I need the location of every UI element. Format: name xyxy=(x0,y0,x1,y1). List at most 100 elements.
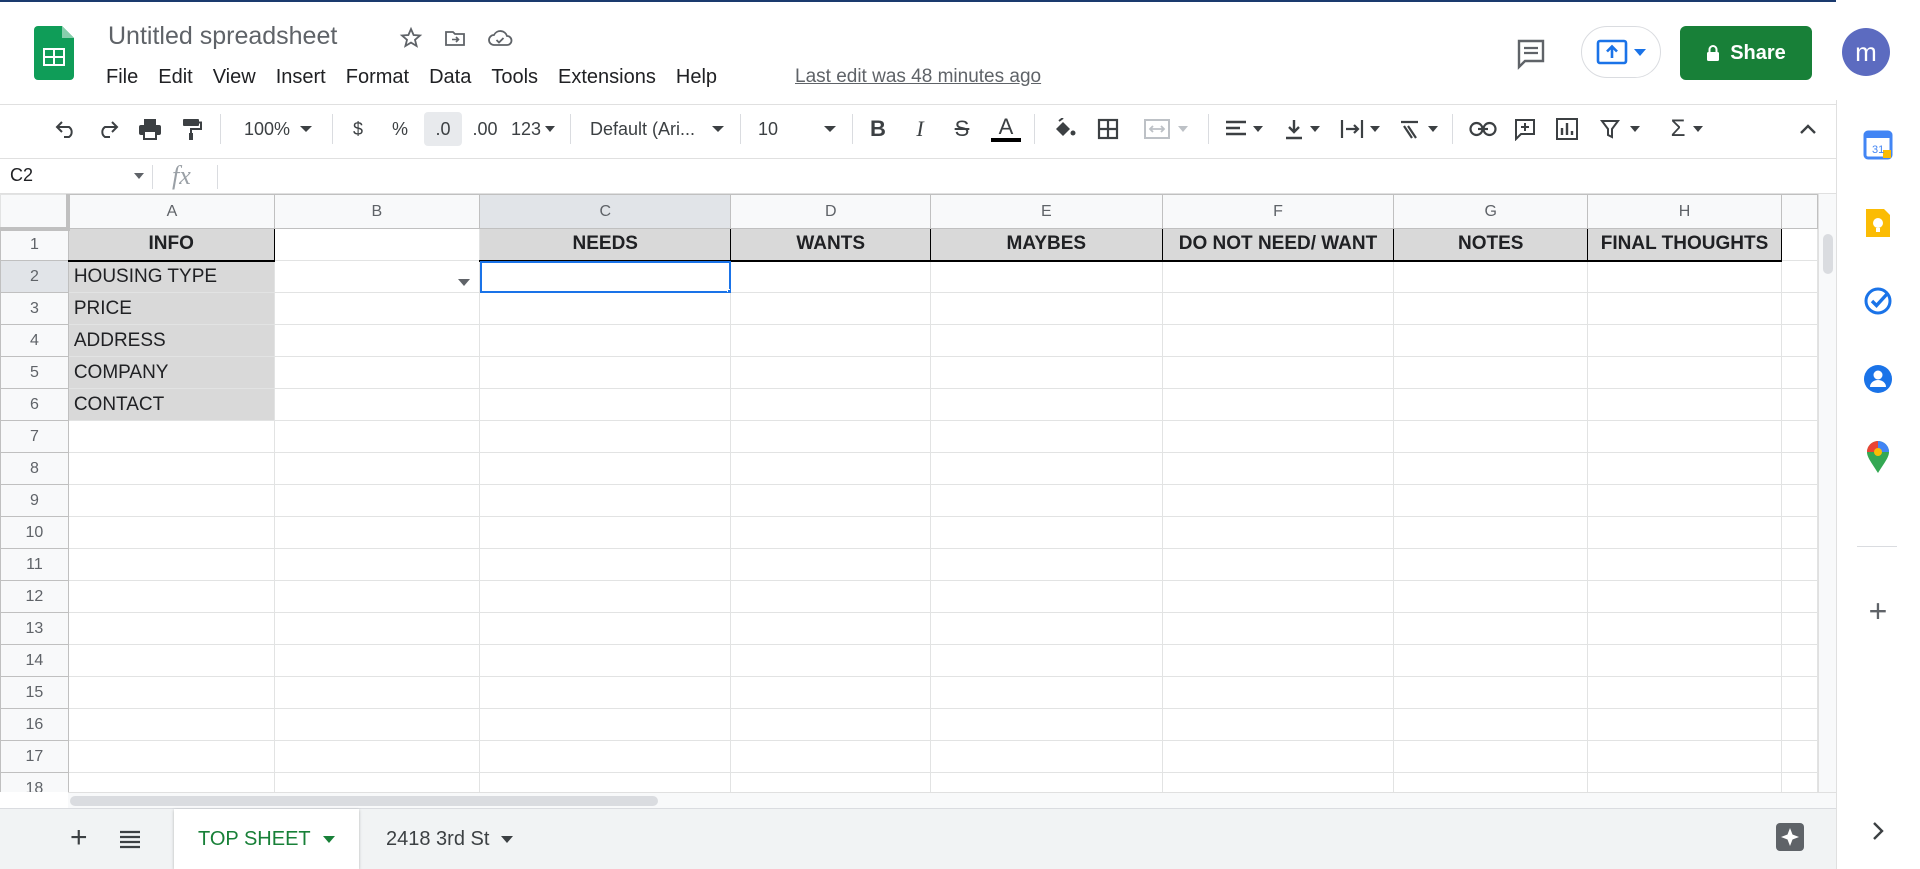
cell[interactable] xyxy=(1393,708,1589,741)
cell[interactable] xyxy=(67,708,275,741)
cell[interactable] xyxy=(730,740,932,773)
cell[interactable] xyxy=(1587,292,1782,325)
cell[interactable] xyxy=(273,644,481,677)
cell[interactable] xyxy=(1393,644,1589,677)
add-icon[interactable]: + xyxy=(1861,593,1895,629)
cell[interactable] xyxy=(730,644,932,677)
row-header[interactable]: 6 xyxy=(0,388,69,421)
cell[interactable] xyxy=(67,484,275,517)
column-header-e[interactable]: E xyxy=(930,194,1163,229)
cell[interactable] xyxy=(1587,740,1782,773)
cell[interactable] xyxy=(930,772,1163,792)
sheet-tab-2418-3rd-st[interactable]: 2418 3rd St xyxy=(362,809,537,869)
cell-b2-dropdown[interactable] xyxy=(273,260,481,293)
cell[interactable] xyxy=(1393,580,1589,613)
fill-handle[interactable] xyxy=(727,289,730,292)
redo-icon[interactable] xyxy=(92,112,124,146)
cell[interactable] xyxy=(730,292,932,325)
menu-tools[interactable]: Tools xyxy=(491,64,538,91)
tasks-icon[interactable] xyxy=(1861,284,1895,318)
last-edit-link[interactable]: Last edit was 48 minutes ago xyxy=(795,66,1041,88)
cell-a3[interactable]: PRICE xyxy=(67,292,275,325)
cell[interactable] xyxy=(273,580,481,613)
cell[interactable] xyxy=(1587,580,1782,613)
cell[interactable] xyxy=(479,772,732,792)
menu-help[interactable]: Help xyxy=(676,64,717,91)
cell[interactable] xyxy=(930,612,1163,645)
cell[interactable] xyxy=(930,484,1163,517)
vertical-scroll-thumb[interactable] xyxy=(1823,234,1833,274)
column-header-c[interactable]: C xyxy=(479,194,732,229)
cell[interactable] xyxy=(730,356,932,389)
cell-a4[interactable]: ADDRESS xyxy=(67,324,275,357)
cell-e1[interactable]: MAYBES xyxy=(930,228,1163,262)
maps-icon[interactable] xyxy=(1861,440,1895,474)
contacts-icon[interactable] xyxy=(1861,362,1895,396)
cell[interactable] xyxy=(273,548,481,581)
cell[interactable] xyxy=(479,292,732,325)
cell-a1[interactable]: INFO xyxy=(67,228,275,262)
row-header[interactable]: 15 xyxy=(0,676,69,709)
cell[interactable] xyxy=(730,612,932,645)
cell[interactable] xyxy=(479,676,732,709)
menu-file[interactable]: File xyxy=(106,64,138,91)
cell[interactable] xyxy=(1781,644,1818,677)
cell[interactable] xyxy=(1781,228,1818,261)
cell[interactable] xyxy=(1161,676,1395,709)
cell[interactable] xyxy=(1161,356,1395,389)
cell[interactable] xyxy=(479,516,732,549)
row-header[interactable]: 11 xyxy=(0,548,69,581)
cell[interactable] xyxy=(930,676,1163,709)
paint-format-icon[interactable] xyxy=(176,112,208,146)
cell[interactable] xyxy=(1587,452,1782,485)
cell[interactable] xyxy=(479,580,732,613)
cell[interactable] xyxy=(1781,516,1818,549)
chevron-down-icon[interactable] xyxy=(501,835,514,843)
cell[interactable] xyxy=(930,260,1163,293)
cell[interactable] xyxy=(273,708,481,741)
cell[interactable] xyxy=(930,708,1163,741)
cell[interactable] xyxy=(273,772,481,792)
cell[interactable] xyxy=(1781,676,1818,709)
name-box[interactable]: C2 xyxy=(10,165,33,186)
row-header[interactable]: 4 xyxy=(0,324,69,357)
cell[interactable] xyxy=(1161,548,1395,581)
cell[interactable] xyxy=(1393,676,1589,709)
column-header-a[interactable]: A xyxy=(67,194,275,229)
cell[interactable] xyxy=(479,644,732,677)
cell[interactable] xyxy=(1587,676,1782,709)
cell[interactable] xyxy=(1393,612,1589,645)
cell[interactable] xyxy=(930,420,1163,453)
row-header[interactable]: 9 xyxy=(0,484,69,517)
row-header[interactable]: 2 xyxy=(0,260,69,293)
keep-icon[interactable] xyxy=(1861,206,1895,240)
cell[interactable] xyxy=(479,548,732,581)
row-header[interactable]: 7 xyxy=(0,420,69,453)
dropdown-arrow-icon[interactable] xyxy=(458,279,471,286)
cell[interactable] xyxy=(730,260,932,293)
decrease-decimal-button[interactable]: .0 xyxy=(424,112,462,146)
cell[interactable] xyxy=(1161,388,1395,421)
cell[interactable] xyxy=(273,324,481,357)
cell[interactable] xyxy=(930,356,1163,389)
cell[interactable] xyxy=(1161,452,1395,485)
select-all-corner[interactable] xyxy=(0,194,71,231)
menu-insert[interactable]: Insert xyxy=(276,64,326,91)
column-header-h[interactable]: H xyxy=(1587,194,1782,229)
row-header[interactable]: 16 xyxy=(0,708,69,741)
cell[interactable] xyxy=(930,644,1163,677)
horizontal-scroll-thumb[interactable] xyxy=(70,796,658,806)
cell[interactable] xyxy=(930,324,1163,357)
cell[interactable] xyxy=(1781,548,1818,581)
cell[interactable] xyxy=(1393,292,1589,325)
cell[interactable] xyxy=(273,484,481,517)
cell[interactable] xyxy=(1161,324,1395,357)
collapse-menus-icon[interactable] xyxy=(1792,112,1824,146)
cell[interactable] xyxy=(1161,580,1395,613)
column-header-d[interactable]: D xyxy=(730,194,932,229)
cell[interactable] xyxy=(1161,484,1395,517)
explore-icon[interactable] xyxy=(1774,821,1806,853)
row-header[interactable]: 3 xyxy=(0,292,69,325)
cell[interactable] xyxy=(1161,644,1395,677)
cell[interactable] xyxy=(1393,324,1589,357)
